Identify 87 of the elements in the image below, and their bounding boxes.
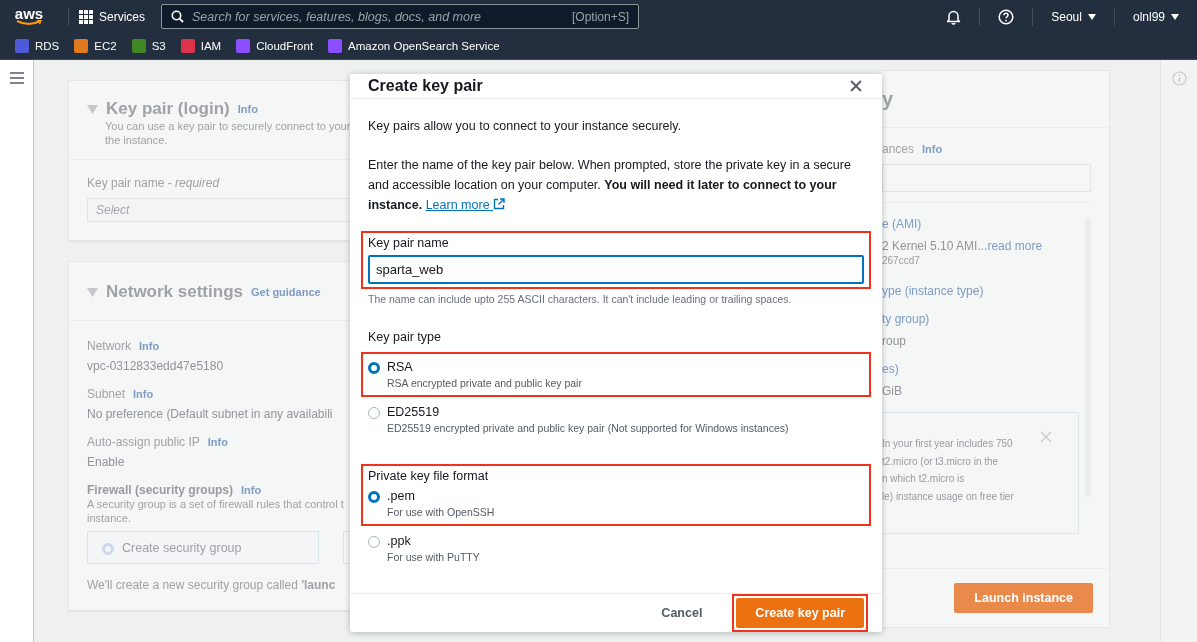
info-link[interactable]: Info <box>139 340 160 352</box>
field-label: Key pair name <box>368 236 450 250</box>
favorite-link[interactable]: S3 <box>131 39 166 53</box>
field-value: Enable <box>87 455 126 469</box>
summary-value: GiB <box>882 384 903 398</box>
learn-more-link[interactable]: Learn more <box>425 198 506 212</box>
caret-icon[interactable] <box>87 104 98 114</box>
field-label: Key pair name - required <box>87 176 221 190</box>
menu-icon[interactable] <box>9 72 24 84</box>
description-text: the instance. <box>104 133 169 147</box>
free-tier-text: n which t2.micro is <box>882 472 965 486</box>
select-field[interactable]: Select <box>87 198 350 222</box>
info-icon[interactable] <box>1171 71 1187 86</box>
description-text: You can use a key pair to securely connect to your <box>104 119 350 133</box>
close-icon[interactable] <box>1040 431 1052 443</box>
summary-link[interactable]: ype (instance type) <box>882 284 1079 298</box>
dialog-title: Create key pair <box>368 77 483 95</box>
key-pair-name-field[interactable]: sparta_web <box>368 255 864 284</box>
info-link[interactable]: Info <box>922 143 943 155</box>
info-link[interactable]: Info <box>133 388 154 400</box>
summary-value: 2 Kernel 5.10 AMI...read more <box>882 239 1044 253</box>
field-value: vpc-0312833edd47e5180 <box>87 359 225 373</box>
cancel-button[interactable]: Cancel <box>651 600 713 626</box>
field-label: Auto-assign public IP <box>87 435 200 449</box>
option-description: For use with OpenSSH <box>387 506 495 518</box>
input-field[interactable] <box>882 164 1091 192</box>
description-text: instance. <box>87 511 133 525</box>
bell-icon[interactable] <box>946 8 962 25</box>
section-title: Key pair (login) <box>106 99 230 119</box>
option-description: ED25519 encrypted private and public key pair (Not supported for Windows instances) <box>387 422 789 434</box>
summary-value: roup <box>882 334 908 348</box>
search-field[interactable]: Search for services, features, blogs, docs, and more [Option+S] <box>161 4 639 29</box>
guidance-link[interactable]: Get guidance <box>251 286 321 298</box>
details-text: Enter the name of the key pair below. When prompted, store the private key in a secure and accessible location on your computer. You will need it later to connect to your instance. Learn more <box>368 157 852 214</box>
option-label: .pem <box>387 489 416 503</box>
option-description: RSA encrypted private and public key pair <box>387 377 582 389</box>
grid-icon <box>79 9 93 24</box>
note-text: We'll create a new security group called 'launc <box>87 578 337 592</box>
shortcut-hint: [Option+S] <box>571 9 629 24</box>
section-title: Network settings <box>106 282 243 302</box>
info-link[interactable]: Info <box>237 103 258 115</box>
option-label: ED25519 <box>387 405 441 419</box>
caret-icon <box>1171 13 1179 20</box>
radio-button[interactable] <box>368 362 380 374</box>
group-label: Key pair type <box>368 330 442 344</box>
summary-id: 267ccd7 <box>882 255 921 266</box>
field-label: Subnet <box>87 387 126 401</box>
favorite-link[interactable]: IAM <box>180 39 222 53</box>
create-button[interactable]: Create key pair <box>736 598 864 628</box>
radio-tile[interactable]: Create security group <box>87 531 319 564</box>
summary-link[interactable]: es) <box>882 362 1079 376</box>
field-label: Firewall (security groups) <box>87 483 234 497</box>
section-title: y <box>882 87 894 111</box>
aws-logo[interactable]: aws <box>14 7 44 26</box>
group-label: Private key file format <box>368 469 490 483</box>
read-more-link[interactable]: read more <box>987 239 1043 253</box>
free-tier-text: le) instance usage on free tier <box>882 489 1014 504</box>
favorite-link[interactable]: CloudFront <box>236 39 314 53</box>
search-icon <box>171 10 184 23</box>
account-menu[interactable]: olnl99 <box>1124 9 1187 24</box>
intro-text: Key pairs allow you to connect to your instance securely. <box>368 118 683 135</box>
field-label: ances <box>882 142 915 156</box>
caret-icon <box>1087 13 1096 20</box>
caret-icon[interactable] <box>87 287 98 297</box>
info-link[interactable]: Info <box>207 436 228 448</box>
region-menu[interactable]: Seoul <box>1043 9 1104 24</box>
field-label: Network <box>87 339 131 353</box>
radio-button[interactable] <box>368 491 380 503</box>
option-description: For use with PuTTY <box>387 551 480 563</box>
favorite-link[interactable]: Amazon OpenSearch Service <box>328 39 500 53</box>
help-icon[interactable] <box>998 8 1015 25</box>
field-value: No preference (Default subnet in any availabili <box>87 407 334 421</box>
hint-text: The name can include upto 255 ASCII characters. It can't include leading or trailing spaces. <box>368 293 793 305</box>
launch-button[interactable]: Launch instance <box>954 583 1093 613</box>
external-link-icon <box>493 198 506 210</box>
favorite-link[interactable]: RDS <box>15 39 60 53</box>
option-label: RSA <box>387 360 414 374</box>
favorite-link[interactable]: EC2 <box>74 39 117 53</box>
services-menu[interactable]: Services <box>79 9 145 24</box>
free-tier-text: In your first year includes 750 <box>882 437 1013 451</box>
summary-link[interactable]: e (AMI) <box>882 217 1079 231</box>
summary-link[interactable]: ty group) <box>882 312 1079 326</box>
info-link[interactable]: Info <box>241 484 262 496</box>
free-tier-text: t2.micro (or t3.micro in the <box>882 454 999 469</box>
close-button[interactable] <box>848 78 864 94</box>
option-label: .ppk <box>387 534 412 548</box>
description-text: A security group is a set of firewall rules that control t <box>87 497 345 511</box>
